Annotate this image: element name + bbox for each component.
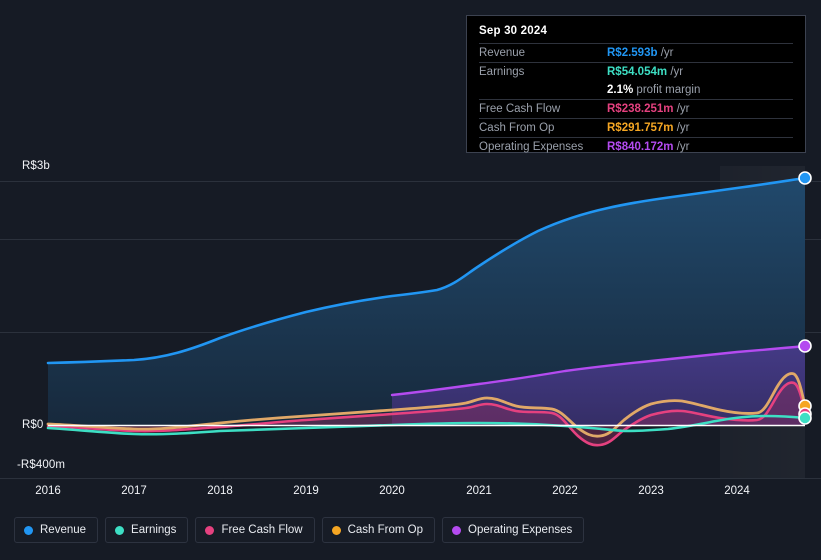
y-tick-label-0: R$0 (22, 419, 44, 431)
x-tick-label-2021: 2021 (466, 485, 492, 497)
legend-label-operating-expenses: Operating Expenses (468, 524, 573, 536)
tooltip-value-free-cash-flow: R$238.251m /yr (607, 99, 793, 119)
x-tick-label-2019: 2019 (293, 485, 319, 497)
tooltip-unit-cash-from-op: /yr (676, 122, 690, 134)
tooltip-row-earnings: Earnings R$54.054m /yr (479, 62, 793, 81)
tooltip-value-operating-expenses: R$840.172m /yr (607, 137, 793, 156)
revenue-endpoint (798, 171, 812, 185)
tooltip-row-free-cash-flow: Free Cash Flow R$238.251m /yr (479, 99, 793, 119)
chart-container: R$3b R$0 -R$400m 2016 2017 2018 2019 202… (0, 0, 821, 560)
tooltip-unit-free-cash-flow: /yr (676, 103, 690, 115)
tooltip-row-operating-expenses: Operating Expenses R$840.172m /yr (479, 137, 793, 156)
tooltip-key-cash-from-op: Cash From Op (479, 118, 607, 138)
chart-legend: Revenue Earnings Free Cash Flow Cash Fro… (14, 517, 585, 543)
legend-dot-operating-expenses-icon (452, 525, 462, 535)
tooltip-key-operating-expenses: Operating Expenses (479, 137, 607, 156)
legend-item-operating-expenses[interactable]: Operating Expenses (442, 517, 585, 543)
tooltip-row-profit-margin: 2.1% profit margin (479, 81, 793, 100)
tooltip-date: Sep 30 2024 (479, 25, 548, 37)
x-tick-label-2018: 2018 (207, 485, 233, 497)
tooltip-unit-operating-expenses: /yr (676, 141, 690, 153)
x-tick-label-2017: 2017 (121, 485, 147, 497)
tooltip-key-revenue: Revenue (479, 43, 607, 63)
y-tick-label-neg400m: -R$400m (17, 459, 65, 471)
tooltip-row-revenue: Revenue R$2.593b /yr (479, 43, 793, 63)
tooltip-table: Revenue R$2.593b /yr Earnings R$54.054m … (479, 43, 793, 156)
tooltip-amount-operating-expenses: R$840.172m (607, 141, 674, 153)
legend-label-cash-from-op: Cash From Op (347, 524, 424, 536)
legend-label-free-cash-flow: Free Cash Flow (221, 524, 303, 536)
legend-dot-free-cash-flow-icon (205, 525, 215, 535)
tooltip-amount-revenue: R$2.593b (607, 47, 658, 59)
tooltip-amount-earnings: R$54.054m (607, 66, 668, 78)
tooltip-value-profit-margin: 2.1% profit margin (607, 81, 793, 100)
tooltip-unit-earnings: /yr (670, 66, 684, 78)
tooltip-amount-profit-margin: 2.1% (607, 84, 634, 96)
legend-label-revenue: Revenue (40, 524, 87, 536)
x-tick-label-2016: 2016 (35, 485, 61, 497)
legend-item-cash-from-op[interactable]: Cash From Op (321, 517, 436, 543)
tooltip-key-earnings: Earnings (479, 62, 607, 81)
x-tick-label-2024: 2024 (724, 485, 750, 497)
legend-dot-earnings-icon (115, 525, 125, 535)
tooltip-key-profit-margin (479, 81, 607, 100)
tooltip-unit-revenue: /yr (660, 47, 674, 59)
tooltip-amount-cash-from-op: R$291.757m (607, 122, 674, 134)
x-tick-label-2020: 2020 (379, 485, 405, 497)
tooltip-value-earnings: R$54.054m /yr (607, 62, 793, 81)
y-tick-label-3b: R$3b (22, 160, 50, 172)
operating-expenses-endpoint (798, 339, 812, 353)
legend-item-earnings[interactable]: Earnings (105, 517, 189, 543)
earnings-endpoint (798, 411, 812, 425)
legend-dot-cash-from-op-icon (331, 525, 341, 535)
legend-item-revenue[interactable]: Revenue (14, 517, 99, 543)
legend-item-free-cash-flow[interactable]: Free Cash Flow (195, 517, 315, 543)
x-tick-label-2023: 2023 (638, 485, 664, 497)
tooltip-value-cash-from-op: R$291.757m /yr (607, 118, 793, 138)
data-tooltip: Sep 30 2024 Revenue R$2.593b /yr Earning… (466, 15, 806, 156)
legend-label-earnings: Earnings (131, 524, 177, 536)
tooltip-row-cash-from-op: Cash From Op R$291.757m /yr (479, 118, 793, 138)
tooltip-key-free-cash-flow: Free Cash Flow (479, 99, 607, 119)
legend-dot-revenue-icon (24, 525, 33, 535)
tooltip-amount-free-cash-flow: R$238.251m (607, 103, 674, 115)
tooltip-unit-profit-margin: profit margin (636, 84, 701, 96)
tooltip-value-revenue: R$2.593b /yr (607, 43, 793, 63)
x-tick-label-2022: 2022 (552, 485, 578, 497)
